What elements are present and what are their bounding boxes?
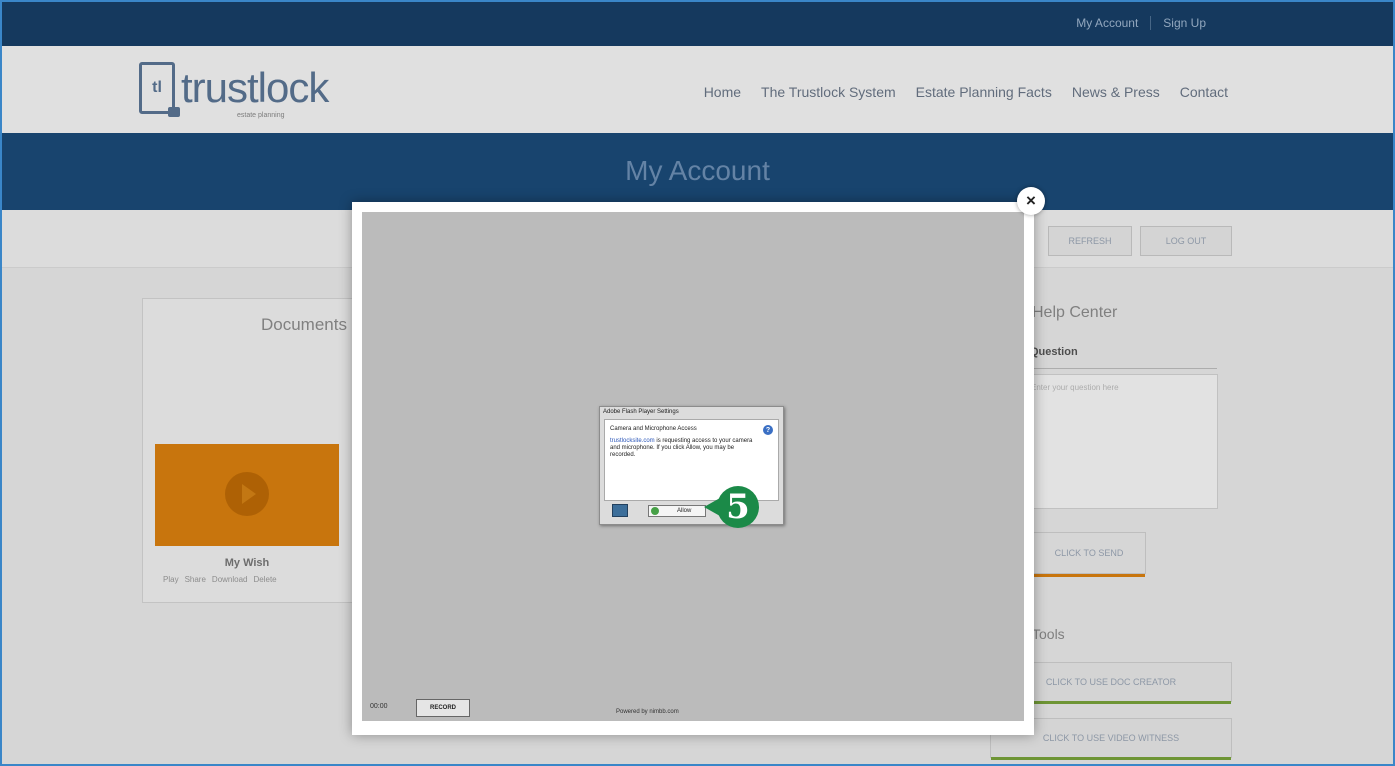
record-timer: 00:00 [370, 703, 388, 710]
record-button[interactable]: RECORD [416, 699, 470, 717]
flash-dialog-body: Camera and Microphone Access ? trustlock… [604, 419, 779, 501]
powered-by-text: Powered by nimbb.com [616, 709, 679, 715]
requesting-site: trustlocksite.com [610, 438, 655, 444]
allow-radio[interactable]: Allow [648, 505, 706, 517]
close-icon[interactable]: × [1017, 187, 1045, 215]
flash-dialog-subtitle: Camera and Microphone Access [610, 426, 697, 432]
flash-dialog-title: Adobe Flash Player Settings [603, 409, 679, 415]
flash-dialog-message: trustlocksite.com is requesting access t… [610, 438, 760, 459]
monitor-icon[interactable] [612, 504, 628, 517]
step-number-badge: 5 [717, 486, 759, 528]
check-icon [651, 507, 659, 515]
browser-viewport: My Account Sign Up tl trustlock estate p… [0, 0, 1395, 766]
allow-label: Allow [677, 508, 692, 514]
help-icon[interactable]: ? [763, 425, 773, 435]
